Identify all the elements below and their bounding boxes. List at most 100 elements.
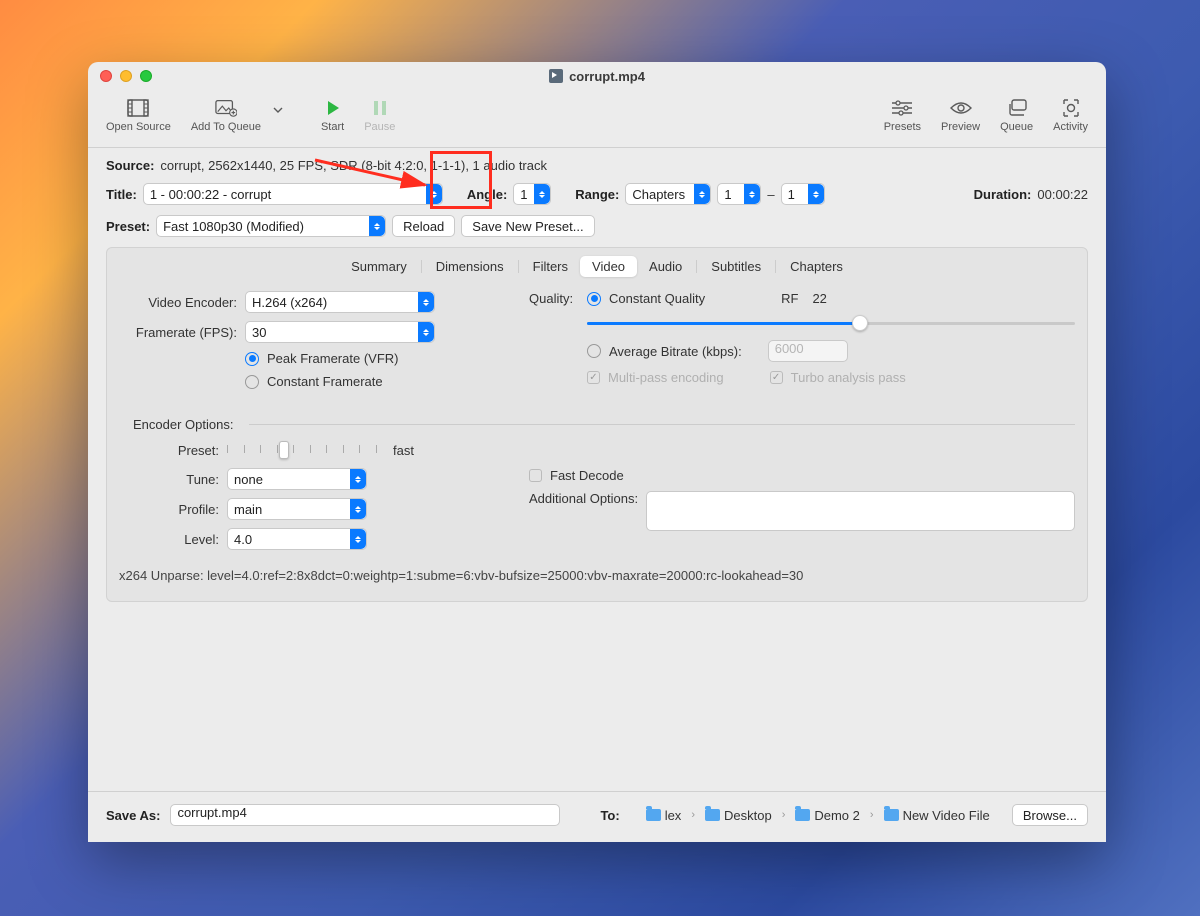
- range-type-select[interactable]: Chapters: [625, 183, 711, 205]
- level-label: Level:: [119, 532, 219, 547]
- fast-decode-label: Fast Decode: [550, 468, 624, 483]
- presets-button[interactable]: Presets: [874, 96, 931, 135]
- chevron-right-icon: ›: [782, 809, 786, 821]
- enc-preset-slider[interactable]: [227, 440, 377, 460]
- tab-chapters[interactable]: Chapters: [778, 256, 855, 277]
- bitrate-input: 6000: [768, 340, 848, 362]
- turbo-label: Turbo analysis pass: [791, 370, 906, 385]
- folder-icon: [795, 809, 810, 821]
- sliders-icon: [891, 98, 913, 118]
- window-title-text: corrupt.mp4: [569, 69, 645, 84]
- reload-button[interactable]: Reload: [392, 215, 455, 237]
- folder-icon: [646, 809, 661, 821]
- title-row: Title: 1 - 00:00:22 - corrupt Angle: 1 R…: [106, 183, 1088, 205]
- fast-decode-checkbox[interactable]: [529, 469, 542, 482]
- stack-icon: [1006, 98, 1028, 118]
- range-value: Chapters: [632, 187, 685, 202]
- enc-preset-label: Preset:: [119, 443, 219, 458]
- folder-icon: [705, 809, 720, 821]
- add-to-queue-group: Add To Queue: [181, 96, 285, 135]
- rf-value: 22: [812, 291, 826, 306]
- open-source-button[interactable]: Open Source: [96, 96, 181, 135]
- constant-quality-radio[interactable]: [587, 292, 601, 306]
- path-crumb-2[interactable]: Demo 2: [795, 808, 860, 823]
- activity-label: Activity: [1053, 121, 1088, 133]
- start-button[interactable]: Start: [311, 96, 354, 135]
- to-label: To:: [600, 808, 619, 823]
- preset-label: Preset:: [106, 219, 150, 234]
- multipass-checkbox: [587, 371, 600, 384]
- tab-subtitles[interactable]: Subtitles: [699, 256, 773, 277]
- activity-button[interactable]: Activity: [1043, 96, 1098, 135]
- save-as-label: Save As:: [106, 808, 160, 823]
- turbo-checkbox: [770, 371, 783, 384]
- range-to: 1: [788, 187, 795, 202]
- profile-label: Profile:: [119, 502, 219, 517]
- tabs: Summary Dimensions Filters Video Audio S…: [119, 256, 1075, 277]
- add-to-queue-button[interactable]: Add To Queue: [181, 96, 271, 135]
- scope-icon: [1060, 98, 1082, 118]
- open-source-label: Open Source: [106, 121, 171, 133]
- toolbar: Open Source Add To Queue Start: [88, 90, 1106, 148]
- fps-select[interactable]: 30: [245, 321, 435, 343]
- angle-select[interactable]: 1: [513, 183, 551, 205]
- path-crumb-3[interactable]: New Video File: [884, 808, 990, 823]
- angle-value: 1: [520, 187, 527, 202]
- queue-label: Queue: [1000, 121, 1033, 133]
- constant-framerate-radio[interactable]: [245, 375, 259, 389]
- picture-plus-icon: [215, 98, 237, 118]
- angle-label: Angle:: [467, 187, 507, 202]
- pause-button: Pause: [354, 96, 405, 135]
- presets-label: Presets: [884, 121, 921, 133]
- add-to-queue-chevron[interactable]: [271, 100, 285, 120]
- queue-button[interactable]: Queue: [990, 96, 1043, 135]
- save-new-preset-button[interactable]: Save New Preset...: [461, 215, 594, 237]
- level-select[interactable]: 4.0: [227, 528, 367, 550]
- chevron-right-icon: ›: [691, 809, 695, 821]
- constant-framerate-label: Constant Framerate: [267, 374, 383, 389]
- title-select[interactable]: 1 - 00:00:22 - corrupt: [143, 183, 443, 205]
- profile-select[interactable]: main: [227, 498, 367, 520]
- source-value: corrupt, 2562x1440, 25 FPS, SDR (8-bit 4…: [160, 158, 547, 173]
- pause-label: Pause: [364, 121, 395, 133]
- additional-label: Additional Options:: [529, 491, 638, 506]
- path-crumb-0[interactable]: lex: [646, 808, 682, 823]
- preview-label: Preview: [941, 121, 980, 133]
- title-value: 1 - 00:00:22 - corrupt: [150, 187, 271, 202]
- range-label: Range:: [575, 187, 619, 202]
- tune-label: Tune:: [119, 472, 219, 487]
- content-area: Source: corrupt, 2562x1440, 25 FPS, SDR …: [88, 148, 1106, 791]
- peak-framerate-label: Peak Framerate (VFR): [267, 351, 398, 366]
- range-to-select[interactable]: 1: [781, 183, 825, 205]
- tab-filters[interactable]: Filters: [521, 256, 580, 277]
- rf-slider[interactable]: [587, 314, 1075, 332]
- avg-bitrate-radio[interactable]: [587, 344, 601, 358]
- encoder-select[interactable]: H.264 (x264): [245, 291, 435, 313]
- peak-framerate-radio[interactable]: [245, 352, 259, 366]
- tab-video[interactable]: Video: [580, 256, 637, 277]
- source-label: Source:: [106, 158, 154, 173]
- path-crumb-1[interactable]: Desktop: [705, 808, 772, 823]
- tab-summary[interactable]: Summary: [339, 256, 419, 277]
- avg-bitrate-label: Average Bitrate (kbps):: [609, 344, 742, 359]
- additional-options-input[interactable]: [646, 491, 1075, 531]
- window-title: corrupt.mp4: [88, 69, 1106, 84]
- tab-audio[interactable]: Audio: [637, 256, 694, 277]
- preset-row: Preset: Fast 1080p30 (Modified) Reload S…: [106, 215, 1088, 237]
- duration-value: 00:00:22: [1037, 187, 1088, 202]
- range-from-select[interactable]: 1: [717, 183, 761, 205]
- preset-value: Fast 1080p30 (Modified): [163, 219, 304, 234]
- footer: Save As: corrupt.mp4 To: lex › Desktop ›…: [88, 791, 1106, 842]
- tab-dimensions[interactable]: Dimensions: [424, 256, 516, 277]
- video-form: Video Encoder: H.264 (x264) Framerate (F…: [119, 291, 1075, 397]
- save-as-input[interactable]: corrupt.mp4: [170, 804, 560, 826]
- start-label: Start: [321, 121, 344, 133]
- preview-button[interactable]: Preview: [931, 96, 990, 135]
- pause-icon: [369, 98, 391, 118]
- tune-select[interactable]: none: [227, 468, 367, 490]
- encoder-label: Video Encoder:: [119, 295, 237, 310]
- browse-button[interactable]: Browse...: [1012, 804, 1088, 826]
- constant-quality-label: Constant Quality: [609, 291, 705, 306]
- app-window: corrupt.mp4 Open Source Add To Queue: [88, 62, 1106, 842]
- preset-select[interactable]: Fast 1080p30 (Modified): [156, 215, 386, 237]
